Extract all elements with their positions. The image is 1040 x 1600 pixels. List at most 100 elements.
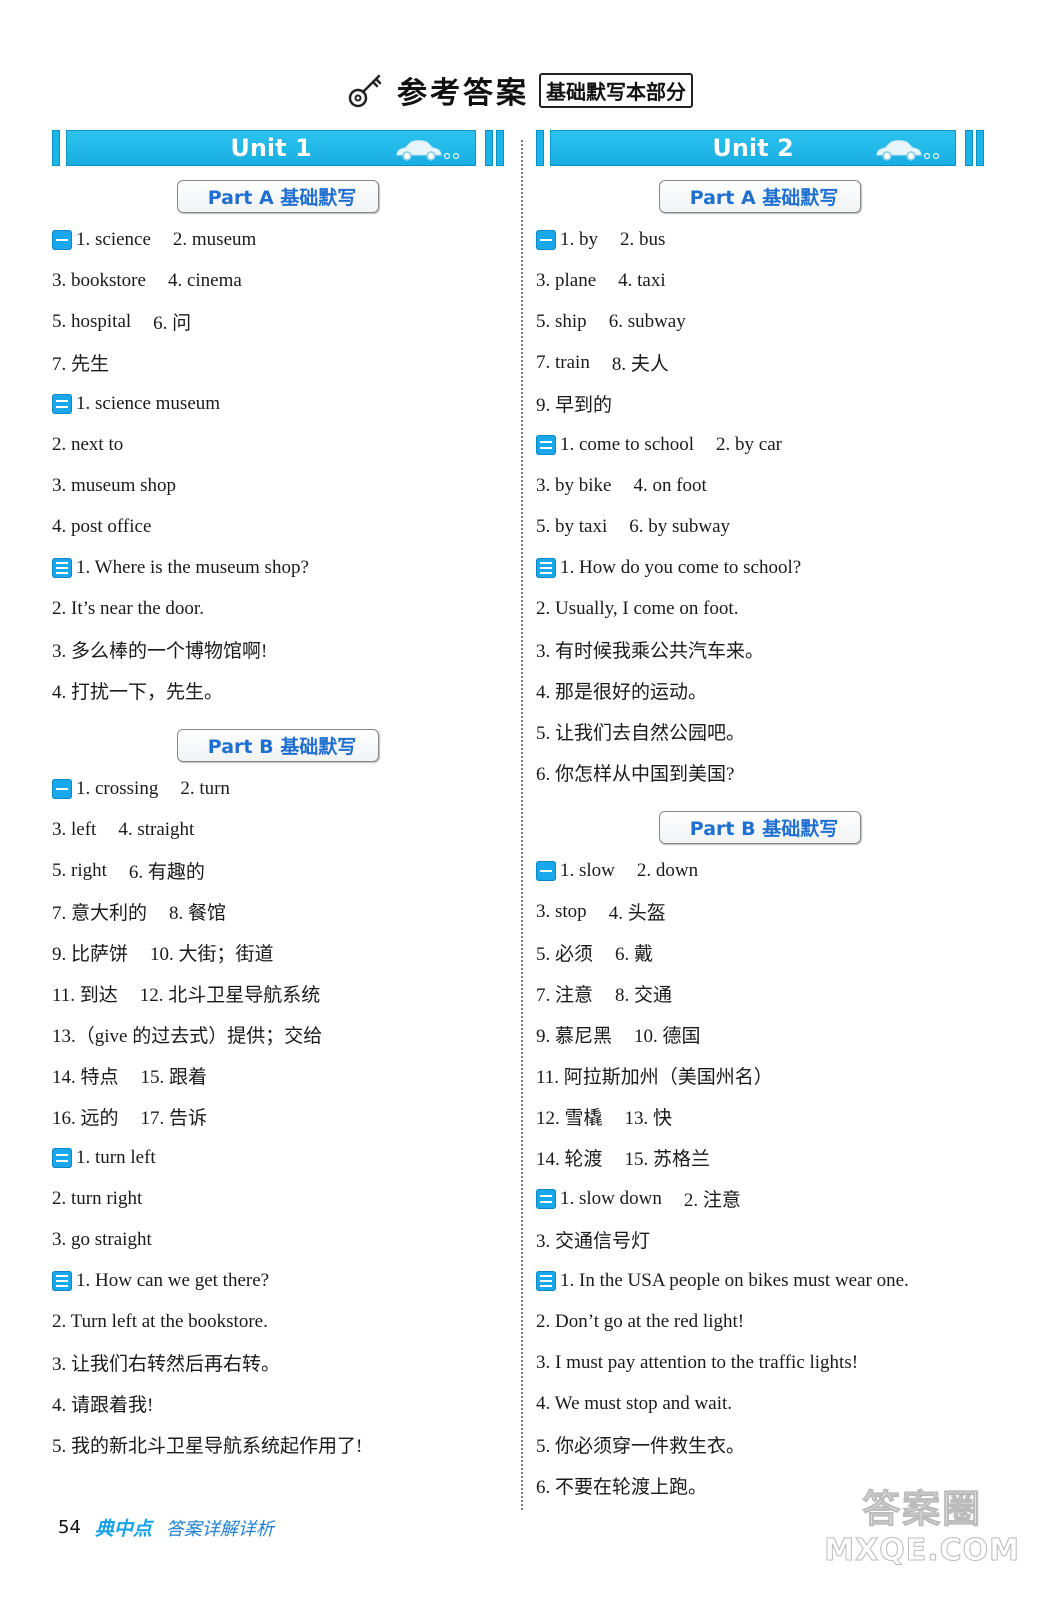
answer-item: 1. by [560,228,598,250]
answer-item: 1. slow down [560,1187,662,1209]
answer-item: 3. by bike [536,474,612,496]
answer-line: 2. Usually, I come on foot. [536,588,984,629]
unit-banner: Unit 1 [66,130,476,166]
answer-item: 4. 那是很好的运动。 [536,682,708,703]
answer-item: 8. 餐馆 [169,903,227,924]
answer-line: 1. Where is the museum shop? [52,547,504,588]
answer-item: 15. 苏格兰 [624,1149,711,1170]
answer-line: 3. go straight [52,1219,504,1260]
answer-line: 16. 远的 17. 告诉 [52,1096,504,1137]
bar-decoration-right [965,130,973,166]
answer-item: 10. 大街；街道 [150,944,274,965]
section-two-icon [536,434,556,455]
brand-logo: 典中点 [94,1518,152,1540]
answer-item: 1. come to school [560,433,695,455]
answer-item: 15. 跟着 [140,1067,208,1088]
section-two-icon [52,393,72,414]
bar-decoration-right [485,130,493,166]
answer-item: 2. Don’t go at the red light! [536,1310,745,1332]
answer-line: 2. Turn left at the bookstore. [52,1301,504,1342]
car-icon [875,139,941,161]
answer-item: 9. 比萨饼 [52,944,129,965]
column-divider [521,140,523,1510]
answer-line: 4. 打扰一下，先生。 [52,670,504,711]
answer-item: 4. 打扰一下，先生。 [52,682,224,703]
answer-item: 4. straight [118,818,195,840]
section-three-icon [52,1270,72,1291]
answer-item: 1. science [76,228,151,250]
answer-line: 1. slow down 2. 注意 [536,1178,984,1219]
section-one-icon [52,229,72,250]
answer-item: 2. turn [180,777,230,799]
page-header: 参考答案 基础默写本部分 [0,68,1040,112]
answer-line: 1. by 2. bus [536,219,984,260]
answer-item: 2. by car [716,433,782,455]
answer-line: 5. 必须 6. 戴 [536,932,984,973]
section-three-icon [536,557,556,578]
answer-item: 4. 头盔 [608,903,666,924]
answer-line: 1. crossing 2. turn [52,768,504,809]
page-number: 54 [58,1517,81,1538]
section-one-icon [536,860,556,881]
unit-1-column: Unit 1 Part A 基础默写 1. science 2. museum 3. b… [52,128,504,1465]
watermark-text: 答案圈 [862,1487,983,1532]
section-three-icon [52,557,72,578]
answer-item: 10. 德国 [634,1026,701,1047]
answer-item: 13.（give 的过去式）提供；交给 [52,1026,323,1047]
part-label: Part A 基础默写 [658,180,862,213]
answer-item: 6. subway [608,310,686,332]
unit-header-bar: Unit 1 [52,128,504,168]
answer-item: 5. 我的新北斗卫星导航系统起作用了! [52,1436,363,1457]
unit-2-column: Unit 2 Part A 基础默写 1. by 2. bus 3. plane 4. t… [536,128,984,1506]
answer-item: 5. 你必须穿一件救生衣。 [536,1436,746,1457]
answer-item: 4. taxi [618,269,666,291]
bar-decoration-left [536,130,544,166]
answer-item: 2. 注意 [683,1190,741,1211]
answer-item: 6. 问 [153,313,192,334]
answer-line: 2. It’s near the door. [52,588,504,629]
answer-item: 4. We must stop and wait. [536,1392,733,1414]
unit-header-bar: Unit 2 [536,128,984,168]
answer-item: 8. 夫人 [611,354,669,375]
answer-item: 1. In the USA people on bikes must wear … [560,1269,909,1291]
answer-item: 1. How can we get there? [76,1269,270,1291]
answer-item: 12. 雪橇 [536,1108,603,1129]
answer-line: 2. next to [52,424,504,465]
answer-line: 9. 比萨饼 10. 大街；街道 [52,932,504,973]
answer-line: 3. I must pay attention to the traffic l… [536,1342,984,1383]
section-one-icon [536,229,556,250]
answer-item: 3. I must pay attention to the traffic l… [536,1351,859,1373]
answer-line: 3. left 4. straight [52,809,504,850]
key-icon [348,74,382,108]
page-subtitle: 基础默写本部分 [539,72,693,108]
answer-item: 2. Usually, I come on foot. [536,597,739,619]
answer-line: 3. plane 4. taxi [536,260,984,301]
answer-item: 3. stop [536,900,587,922]
answer-item: 4. on foot [633,474,707,496]
answer-item: 8. 交通 [615,985,673,1006]
answer-line: 14. 特点 15. 跟着 [52,1055,504,1096]
answer-item: 1. science museum [76,392,221,414]
answer-line: 5. right 6. 有趣的 [52,850,504,891]
answer-line: 5. hospital 6. 问 [52,301,504,342]
answer-item: 9. 慕尼黑 [536,1026,613,1047]
answer-line: 2. turn right [52,1178,504,1219]
part-label: Part B 基础默写 [658,811,862,844]
answer-item: 7. 先生 [52,354,110,375]
part-label: Part A 基础默写 [176,180,380,213]
answer-item: 5. 必须 [536,944,594,965]
answer-item: 13. 快 [624,1108,673,1129]
answer-line: 3. 有时候我乘公共汽车来。 [536,629,984,670]
answer-item: 14. 轮渡 [536,1149,603,1170]
answer-item: 6. 不要在轮渡上跑。 [536,1477,708,1498]
answer-line: 2. Don’t go at the red light! [536,1301,984,1342]
answer-item: 4. post office [52,515,152,537]
part-label-tab: Part A 基础默写 [52,180,504,213]
page-title: 参考答案 [397,76,529,111]
answer-item: 17. 告诉 [140,1108,208,1129]
answer-line: 11. 到达 12. 北斗卫星导航系统 [52,973,504,1014]
answer-item: 5. hospital [52,310,132,332]
answer-line: 1. slow 2. down [536,850,984,891]
part-label: Part B 基础默写 [176,729,380,762]
answer-line: 11. 阿拉斯加州（美国州名） [536,1055,984,1096]
